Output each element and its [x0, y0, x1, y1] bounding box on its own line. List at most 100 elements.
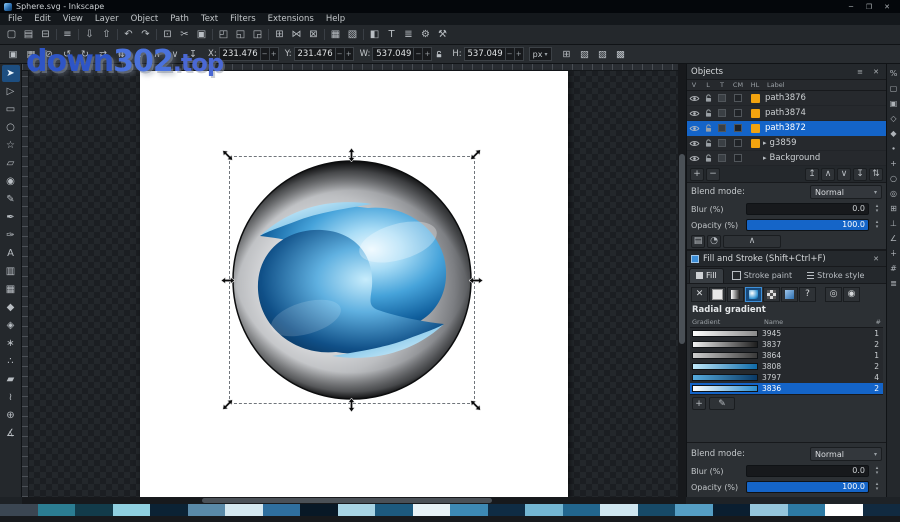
- snap-bbox-corners-icon[interactable]: ◇: [887, 111, 900, 125]
- maximize-button[interactable]: ❐: [860, 3, 878, 11]
- vertical-scrollbar-thumb[interactable]: [679, 154, 685, 344]
- highlight-color-chip[interactable]: [747, 139, 763, 148]
- menu-item[interactable]: Extensions: [262, 14, 320, 24]
- snap-nodes-icon[interactable]: ◆: [887, 126, 900, 140]
- node-tool-icon[interactable]: ▷: [2, 83, 20, 100]
- palette-swatch[interactable]: [563, 504, 601, 516]
- new-document-icon[interactable]: ▢: [3, 27, 20, 42]
- snap-toggle-icon[interactable]: %: [887, 66, 900, 80]
- objects-row[interactable]: ▸ Background: [687, 151, 886, 166]
- blur-slider[interactable]: 0.0: [746, 203, 869, 215]
- opacity-slider[interactable]: 100.0: [746, 481, 869, 493]
- text-dialog-icon[interactable]: T: [383, 27, 400, 42]
- menu-item[interactable]: View: [57, 14, 89, 24]
- open-document-icon[interactable]: ▤: [20, 27, 37, 42]
- highlight-color-chip[interactable]: [747, 109, 763, 118]
- panel-close-icon[interactable]: ✕: [870, 68, 882, 76]
- palette-swatch[interactable]: [263, 504, 301, 516]
- palette-swatch[interactable]: [75, 504, 113, 516]
- undo-icon[interactable]: ↶: [120, 27, 137, 42]
- objects-row[interactable]: ▸ path3876: [687, 91, 886, 106]
- horizontal-scrollbar-thumb[interactable]: [202, 498, 492, 503]
- menu-item[interactable]: Path: [164, 14, 195, 24]
- menu-item[interactable]: Filters: [224, 14, 261, 24]
- star-tool-icon[interactable]: ☆: [2, 137, 20, 154]
- horizontal-scrollbar[interactable]: [22, 497, 678, 504]
- objects-row[interactable]: ▸ path3872: [687, 121, 886, 136]
- add-gradient-button[interactable]: +: [692, 397, 706, 410]
- selection-handle-w[interactable]: [221, 273, 235, 287]
- separator[interactable]: [210, 27, 215, 42]
- text-tool-icon[interactable]: A: [2, 245, 20, 262]
- visibility-eye-icon[interactable]: [687, 95, 701, 102]
- lock-icon[interactable]: [701, 154, 715, 163]
- lock-icon[interactable]: [701, 139, 715, 148]
- pencil-tool-icon[interactable]: ✎: [2, 191, 20, 208]
- selection-handle-e[interactable]: [469, 273, 483, 287]
- canvas[interactable]: [22, 64, 678, 497]
- palette-swatch[interactable]: [38, 504, 76, 516]
- 3837[interactable]: 3837 2: [690, 339, 883, 350]
- palette-swatch[interactable]: [638, 504, 676, 516]
- y-input[interactable]: 231.476 − +: [294, 47, 354, 61]
- panel-menu-icon[interactable]: ≡: [854, 68, 866, 76]
- snap-path-intersections-icon[interactable]: ∙: [887, 141, 900, 155]
- menu-item[interactable]: Edit: [28, 14, 56, 24]
- edit-gradient-button[interactable]: ✎: [709, 397, 735, 410]
- no-paint-icon[interactable]: ✕: [691, 287, 708, 302]
- palette-swatch[interactable]: [488, 504, 526, 516]
- rectangle-tool-icon[interactable]: ▭: [2, 101, 20, 118]
- height-input[interactable]: 537.049 − +: [464, 47, 524, 61]
- zoom-drawing-icon[interactable]: ◱: [232, 27, 249, 42]
- fill-rule-nonzero-icon[interactable]: ◉: [843, 287, 860, 302]
- palette-swatch[interactable]: [675, 504, 713, 516]
- x-spin-minus[interactable]: −: [260, 48, 269, 60]
- close-button[interactable]: ✕: [878, 3, 896, 11]
- selector-tool-icon[interactable]: ➤: [2, 65, 20, 82]
- dropper-tool-icon[interactable]: ◆: [2, 299, 20, 316]
- menu-item[interactable]: Object: [125, 14, 165, 24]
- palette-swatch[interactable]: [863, 504, 900, 516]
- save-document-icon[interactable]: ⊟: [37, 27, 54, 42]
- separator[interactable]: [54, 27, 59, 42]
- opacity-stepper[interactable]: ▴▾: [872, 220, 882, 230]
- lock-icon[interactable]: [701, 109, 715, 118]
- palette-swatch[interactable]: [788, 504, 826, 516]
- copy-icon[interactable]: ⊡: [159, 27, 176, 42]
- document-properties-icon[interactable]: ⚙: [417, 27, 434, 42]
- redo-icon[interactable]: ↷: [137, 27, 154, 42]
- snap-object-centers-icon[interactable]: ⊞: [887, 201, 900, 215]
- w-spin-plus[interactable]: +: [422, 48, 431, 60]
- delete-item-button[interactable]: −: [706, 168, 720, 181]
- tweak-tool-icon[interactable]: ∗: [2, 335, 20, 352]
- palette-swatch[interactable]: [450, 504, 488, 516]
- scale-corners-toggle-icon[interactable]: ▧: [576, 47, 594, 62]
- menu-item[interactable]: Text: [195, 14, 224, 24]
- separator[interactable]: [115, 27, 120, 42]
- gradient-tool-icon[interactable]: ▥: [2, 263, 20, 280]
- palette-swatch[interactable]: [150, 504, 188, 516]
- x-spin-plus[interactable]: +: [269, 48, 278, 60]
- y-spin-plus[interactable]: +: [344, 48, 353, 60]
- snap-bbox-edges-icon[interactable]: ▣: [887, 96, 900, 110]
- expander-icon[interactable]: ▸: [763, 154, 767, 162]
- highlight-color-chip[interactable]: [747, 124, 763, 133]
- tab-stroke-style[interactable]: Stroke style: [800, 268, 871, 283]
- snap-bbox-icon[interactable]: ▢: [887, 81, 900, 95]
- expander-icon[interactable]: ▸: [763, 139, 767, 147]
- connector-tool-icon[interactable]: ≀: [2, 389, 20, 406]
- 3797[interactable]: 3797 4: [690, 372, 883, 383]
- move-patterns-toggle-icon[interactable]: ▩: [612, 47, 630, 62]
- objects-row[interactable]: ▸ g3859: [687, 136, 886, 151]
- separator[interactable]: [154, 27, 159, 42]
- lower-icon[interactable]: ∨: [837, 168, 851, 181]
- snap-page-border-icon[interactable]: ∔: [887, 246, 900, 260]
- snap-smooth-nodes-icon[interactable]: ○: [887, 171, 900, 185]
- snap-cusp-nodes-icon[interactable]: +: [887, 156, 900, 170]
- export-icon[interactable]: ⇧: [98, 27, 115, 42]
- align-dialog-icon[interactable]: ≣: [400, 27, 417, 42]
- unlink-clone-icon[interactable]: ⊠: [305, 27, 322, 42]
- lock-icon[interactable]: [701, 94, 715, 103]
- mesh-tool-icon[interactable]: ▦: [2, 281, 20, 298]
- palette-swatch[interactable]: [188, 504, 226, 516]
